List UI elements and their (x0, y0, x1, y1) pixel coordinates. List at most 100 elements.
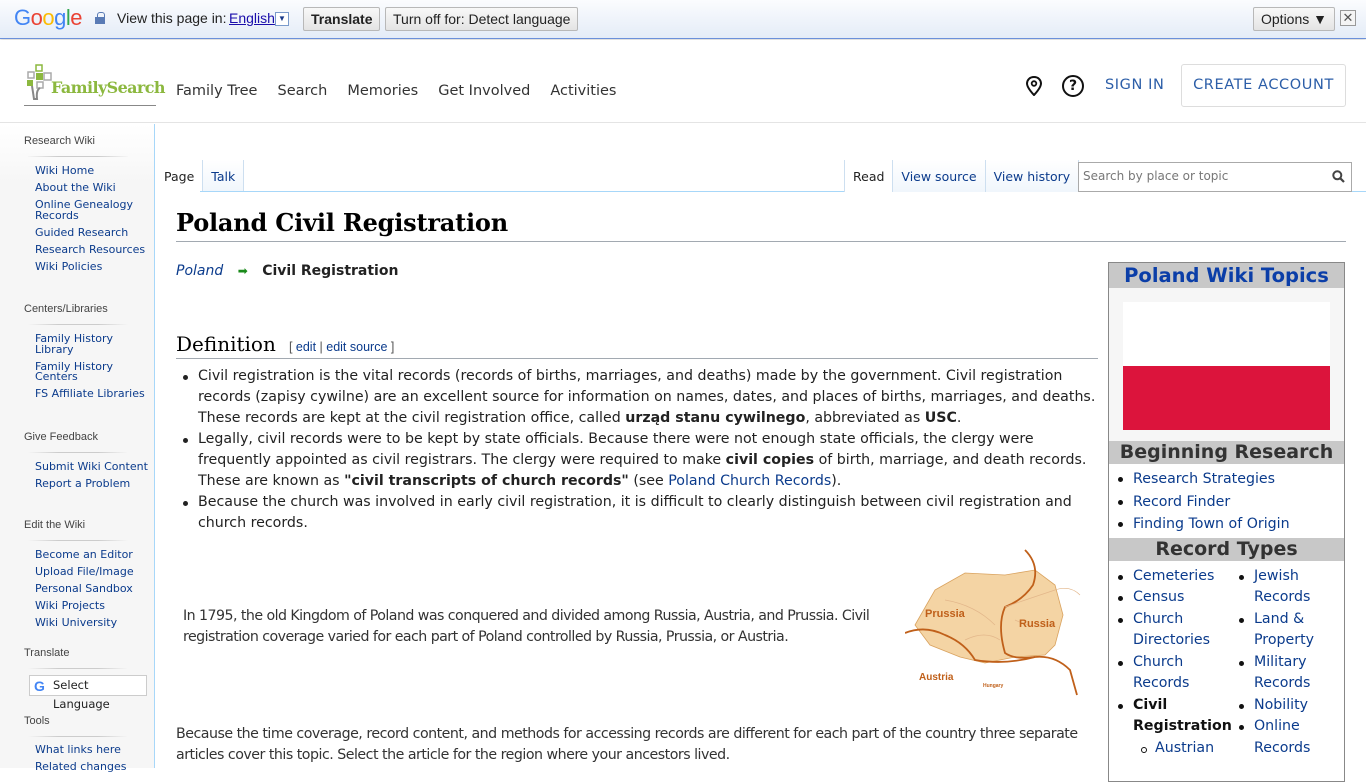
sidebar-item-wiki-university[interactable]: Wiki University (35, 617, 150, 635)
edit-source-link[interactable]: edit source (326, 340, 387, 354)
sidebar-item-fs-affiliate-libraries[interactable]: FS Affiliate Libraries (35, 388, 150, 406)
edit-link[interactable]: edit (296, 340, 316, 354)
sidebar-heading-give-feedback: Give Feedback (24, 431, 98, 443)
sidebar-item-family-history-library[interactable]: Family History Library (35, 333, 150, 362)
arrow-right-icon: ➡ (237, 264, 248, 278)
flag-red-stripe (1123, 366, 1330, 430)
section-heading-definition: Definition [ edit | edit source ] (176, 332, 1098, 359)
help-icon[interactable]: ? (1062, 75, 1084, 97)
beginning-research-heading: Beginning Research (1109, 441, 1344, 464)
lock-icon (95, 12, 105, 24)
tab-view-history[interactable]: View history (985, 160, 1080, 192)
sidebar-item-guided-research[interactable]: Guided Research (35, 227, 150, 245)
list-item: Civil registration is the vital records … (183, 366, 1098, 429)
partition-paragraph: In 1795, the old Kingdom of Poland was c… (183, 608, 870, 645)
tab-view-source[interactable]: View source (893, 160, 986, 192)
nav-get-involved[interactable]: Get Involved (438, 83, 530, 99)
sidebar-heading-translate: Translate (24, 647, 70, 659)
sidebar-item-wiki-policies[interactable]: Wiki Policies (35, 261, 150, 279)
tab-talk[interactable]: Talk (203, 160, 245, 192)
edit-section-links: [ edit | edit source ] (288, 340, 395, 354)
divider (28, 736, 128, 737)
sidebar-item-research-resources[interactable]: Research Resources (35, 244, 150, 262)
nav-activities[interactable]: Activities (550, 83, 616, 99)
map-label-russia: Russia (1019, 618, 1056, 630)
select-language-dropdown[interactable]: G Select Language (29, 675, 147, 711)
turn-off-button[interactable]: Turn off for: Detect language (385, 7, 579, 31)
record-types-list: Cemeteries Census Church Directories Chu… (1109, 561, 1344, 760)
language-dropdown-icon[interactable]: ▼ (275, 12, 289, 26)
translate-button[interactable]: Translate (303, 7, 381, 31)
definition-heading: Definition (176, 332, 276, 356)
wiki-search-input[interactable]: Search by place or topic (1078, 162, 1352, 192)
tab-read[interactable]: Read (845, 160, 894, 192)
sidebar-heading-research-wiki: Research Wiki (24, 135, 95, 147)
page-title: Poland Civil Registration (176, 208, 1346, 242)
link-online-records[interactable]: Online Records (1254, 718, 1310, 756)
link-austrian[interactable]: Austrian (1155, 740, 1214, 756)
link-jewish-records[interactable]: Jewish Records (1254, 568, 1310, 606)
definition-list: Civil registration is the vital records … (183, 366, 1098, 534)
nav-family-tree[interactable]: Family Tree (176, 83, 257, 99)
map-label-hungary: Hungary (983, 683, 1004, 689)
location-pin-icon[interactable] (1025, 76, 1043, 96)
sidebar-item-online-genealogy-records[interactable]: Online Genealogy Records (35, 199, 150, 228)
main-nav: Family Tree Search Memories Get Involved… (176, 83, 616, 99)
beginning-research-list: Research Strategies Record Finder Findin… (1109, 464, 1344, 538)
google-translate-bar: Google View this page in: English ▼ Tran… (0, 0, 1366, 39)
google-g-icon: G (34, 678, 45, 694)
flag-white-stripe (1123, 302, 1330, 366)
list-item: Because the church was involved in early… (183, 492, 1098, 534)
divider (28, 324, 128, 325)
wiki-topics-infobox: Poland Wiki Topics Beginning Research Re… (1108, 262, 1345, 782)
link-nobility[interactable]: Nobility (1254, 697, 1308, 713)
breadcrumb-current: Civil Registration (262, 263, 399, 279)
google-logo: Google (14, 5, 83, 30)
divider (28, 540, 128, 541)
options-button[interactable]: Options ▼ (1253, 7, 1335, 31)
sidebar-item-report-problem[interactable]: Report a Problem (35, 478, 150, 496)
link-research-strategies[interactable]: Research Strategies (1133, 471, 1275, 487)
regions-paragraph: Because the time coverage, record conten… (176, 726, 1078, 763)
sign-in-link[interactable]: SIGN IN (1105, 77, 1165, 93)
link-military-records[interactable]: Military Records (1254, 654, 1310, 692)
page-tabs: Page Talk (156, 160, 245, 192)
nav-search[interactable]: Search (277, 83, 327, 99)
link-church-records[interactable]: Church Records (1133, 654, 1189, 692)
tree-logo-icon (27, 64, 52, 100)
view-page-label: View this page in: (117, 10, 227, 26)
search-icon[interactable] (1332, 170, 1345, 183)
record-types-heading: Record Types (1109, 537, 1344, 561)
language-link[interactable]: English (229, 10, 275, 26)
link-cemeteries[interactable]: Cemeteries (1133, 568, 1214, 584)
link-finding-town-of-origin[interactable]: Finding Town of Origin (1133, 516, 1290, 532)
breadcrumb-poland-link[interactable]: Poland (176, 263, 223, 279)
link-census[interactable]: Census (1133, 589, 1184, 605)
left-sidebar: Research Wiki Wiki Home About the Wiki O… (0, 124, 155, 772)
poland-church-records-link[interactable]: Poland Church Records (668, 473, 831, 489)
link-land-property[interactable]: Land & Property (1254, 611, 1314, 649)
map-label-austria: Austria (919, 672, 954, 683)
sidebar-heading-edit-wiki: Edit the Wiki (24, 519, 86, 531)
divider (28, 668, 128, 669)
familysearch-logo[interactable]: FamilySearch (24, 64, 166, 106)
breadcrumb: Poland ➡ Civil Registration (176, 263, 398, 279)
tab-page[interactable]: Page (156, 160, 204, 192)
sidebar-heading-centers-libraries: Centers/Libraries (24, 303, 108, 315)
create-account-button[interactable]: CREATE ACCOUNT (1181, 64, 1346, 107)
map-label-prussia: Prussia (925, 608, 966, 620)
link-record-finder[interactable]: Record Finder (1133, 494, 1230, 510)
sidebar-item-family-history-centers[interactable]: Family History Centers (35, 361, 150, 390)
sidebar-heading-tools: Tools (24, 715, 50, 727)
link-church-directories[interactable]: Church Directories (1133, 611, 1210, 649)
divider (28, 156, 128, 157)
list-item: Legally, civil records were to be kept b… (183, 429, 1098, 492)
infobox-title[interactable]: Poland Wiki Topics (1109, 263, 1344, 288)
partition-map-image[interactable]: Prussia Russia Austria Hungary (905, 545, 1085, 707)
search-placeholder: Search by place or topic (1083, 169, 1229, 183)
close-icon[interactable]: ✕ (1340, 10, 1356, 26)
divider (28, 452, 128, 453)
site-header: FamilySearch Family Tree Search Memories… (0, 40, 1366, 123)
sidebar-item-related-changes[interactable]: Related changes (35, 761, 150, 779)
nav-memories[interactable]: Memories (347, 83, 418, 99)
